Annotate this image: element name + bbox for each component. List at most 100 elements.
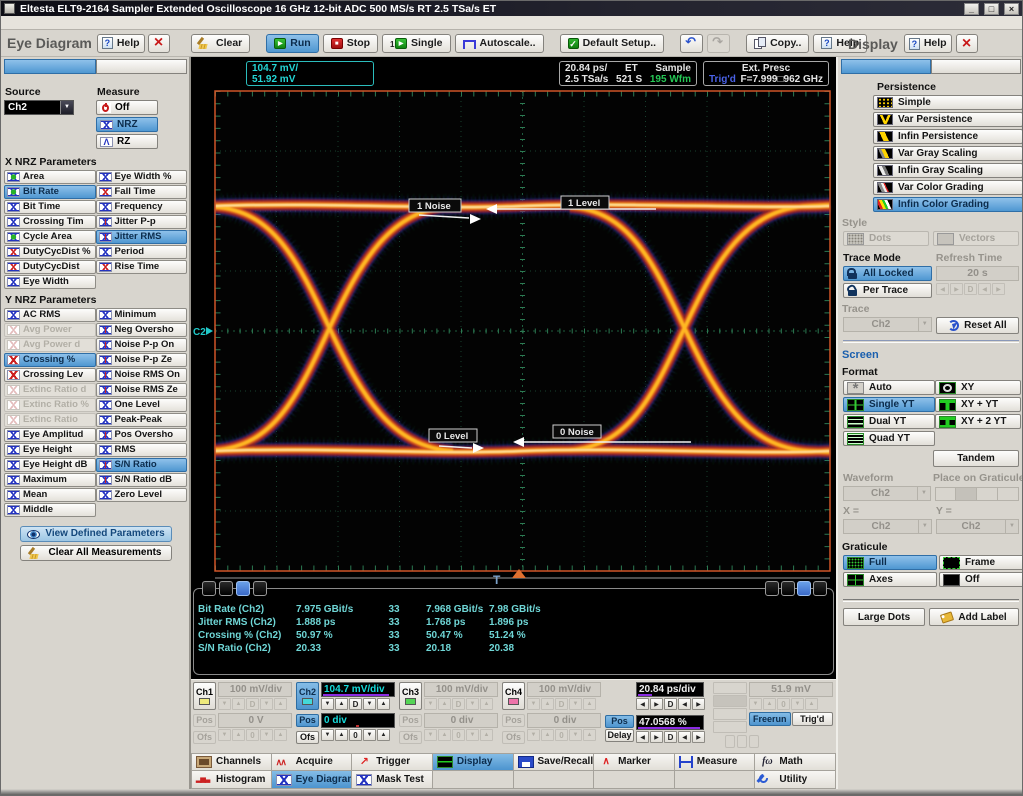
parameter-button[interactable]: RMS xyxy=(96,443,188,457)
setup-tab[interactable] xyxy=(433,771,514,789)
offset-button[interactable]: Ofs xyxy=(296,731,319,744)
parameter-button[interactable]: Bit Rate xyxy=(4,185,96,199)
range-tab[interactable] xyxy=(813,581,827,596)
display-help-button[interactable]: Help xyxy=(904,34,952,53)
menu-item[interactable] xyxy=(29,16,43,29)
parameter-button[interactable]: Eye Height dB xyxy=(4,458,96,472)
parameter-button[interactable]: Frequency xyxy=(96,200,188,214)
parameter-button[interactable]: Avg Power d xyxy=(4,338,96,352)
view-defined-parameters-button[interactable]: View Defined Parameters xyxy=(20,526,172,542)
stop-button[interactable]: Stop xyxy=(323,34,378,53)
setup-tab[interactable]: Channels xyxy=(191,753,272,771)
maximize-button[interactable]: □ xyxy=(984,3,999,15)
delay-spinner[interactable] xyxy=(636,731,705,743)
persistence-button[interactable]: Infin Color Grading xyxy=(873,197,1023,212)
setup-tab[interactable] xyxy=(514,771,595,789)
menu-item[interactable] xyxy=(71,16,85,29)
scale-spinner[interactable] xyxy=(321,698,395,710)
persistence-button[interactable]: Infin Persistence xyxy=(873,129,1023,144)
parameter-button[interactable]: Neg Oversho xyxy=(96,323,188,337)
setup-tab[interactable]: Acquire xyxy=(272,753,353,771)
graticule-button[interactable]: Off xyxy=(939,572,1023,587)
parameter-button[interactable]: Middle xyxy=(4,503,96,517)
parameter-button[interactable]: Noise RMS On xyxy=(96,368,188,382)
autoscale-button[interactable]: Autoscale.. xyxy=(455,34,544,53)
clear-button[interactable]: Clear xyxy=(191,34,250,53)
graticule-button[interactable]: Full xyxy=(843,555,937,570)
parameter-button[interactable]: Fall Time xyxy=(96,185,188,199)
setup-tab[interactable]: Marker xyxy=(594,753,675,771)
delay-button[interactable]: Delay xyxy=(605,729,634,742)
channel-enable-button[interactable]: Ch4 xyxy=(502,682,525,710)
parameter-button[interactable]: Rise Time xyxy=(96,260,188,274)
channel-enable-button[interactable]: Ch3 xyxy=(399,682,422,710)
setup-tab[interactable]: Utility xyxy=(755,771,836,789)
parameter-button[interactable]: Minimum xyxy=(96,308,188,322)
parameter-button[interactable]: Crossing Tim xyxy=(4,215,96,229)
parameter-button[interactable]: Eye Amplitud xyxy=(4,428,96,442)
result-tab[interactable] xyxy=(202,581,216,596)
result-tab[interactable] xyxy=(219,581,233,596)
parameter-button[interactable]: Eye Height xyxy=(4,443,96,457)
display-close-button[interactable] xyxy=(956,34,978,53)
setup-tab[interactable]: Trigger xyxy=(352,753,433,771)
menu-item[interactable] xyxy=(85,16,99,29)
range-tab[interactable] xyxy=(781,581,795,596)
parameter-button[interactable]: Bit Time xyxy=(4,200,96,214)
parameter-button[interactable]: Mean xyxy=(4,488,96,502)
persistence-button[interactable]: Simple xyxy=(873,95,1023,110)
measure-mode-button[interactable]: RZ xyxy=(96,134,158,149)
position-button[interactable]: Pos xyxy=(399,714,422,727)
default-setup-button[interactable]: Default Setup.. xyxy=(560,34,665,53)
position-button[interactable]: Pos xyxy=(193,714,216,727)
format-button[interactable]: Dual YT xyxy=(843,414,935,429)
timebase-spinner[interactable] xyxy=(636,698,705,710)
parameter-button[interactable]: Cycle Area xyxy=(4,230,96,244)
setup-tab[interactable]: Mask Test xyxy=(352,771,433,789)
parameter-button[interactable]: Noise RMS Ze xyxy=(96,383,188,397)
position-button[interactable]: Pos xyxy=(296,714,319,727)
scale-spinner[interactable] xyxy=(527,698,601,710)
channel-enable-button[interactable]: Ch1 xyxy=(193,682,216,710)
parameter-button[interactable]: S/N Ratio dB xyxy=(96,473,188,487)
parameter-button[interactable]: Crossing Lev xyxy=(4,368,96,382)
parameter-button[interactable]: Extinc Ratio d xyxy=(4,383,96,397)
persistence-button[interactable]: Var Gray Scaling xyxy=(873,146,1023,161)
format-button[interactable]: Single YT xyxy=(843,397,935,412)
menu-item[interactable] xyxy=(99,16,113,29)
tab[interactable] xyxy=(841,59,931,74)
single-button[interactable]: Single xyxy=(382,34,451,53)
freerun-button[interactable]: Freerun xyxy=(749,712,791,726)
parameter-button[interactable]: Eye Width xyxy=(4,275,96,289)
position-button[interactable]: Pos xyxy=(502,714,525,727)
parameter-button[interactable]: Eye Width % xyxy=(96,170,188,184)
format-button[interactable]: XY + 2 YT xyxy=(935,414,1021,429)
parameter-button[interactable]: Noise P-p Ze xyxy=(96,353,188,367)
persistence-button[interactable]: Infin Gray Scaling xyxy=(873,163,1023,178)
parameter-button[interactable]: S/N Ratio xyxy=(96,458,188,472)
parameter-button[interactable]: Avg Power xyxy=(4,323,96,337)
run-button[interactable]: Run xyxy=(266,34,318,53)
result-tab[interactable] xyxy=(236,581,250,596)
chevron-down-icon[interactable]: ▼ xyxy=(60,101,73,114)
menu-item[interactable] xyxy=(113,16,127,29)
panel-close-button[interactable] xyxy=(148,34,170,53)
measure-mode-button[interactable]: Off xyxy=(96,100,158,115)
range-tab[interactable] xyxy=(765,581,779,596)
menu-item[interactable] xyxy=(1,16,15,29)
result-tab[interactable] xyxy=(253,581,267,596)
offset-button[interactable]: Ofs xyxy=(502,731,525,744)
add-label-button[interactable]: Add Label xyxy=(929,608,1019,626)
position-spinner[interactable] xyxy=(218,729,292,741)
tab[interactable] xyxy=(96,59,188,74)
setup-tab[interactable]: Eye Diagram xyxy=(272,771,353,789)
parameter-button[interactable]: One Level xyxy=(96,398,188,412)
parameter-button[interactable]: DutyCycDist xyxy=(4,260,96,274)
parameter-button[interactable]: Pos Oversho xyxy=(96,428,188,442)
all-locked-button[interactable]: All Locked xyxy=(843,266,932,281)
persistence-button[interactable]: Var Persistence xyxy=(873,112,1023,127)
parameter-button[interactable]: Jitter P-p xyxy=(96,215,188,229)
parameter-button[interactable]: AC RMS xyxy=(4,308,96,322)
menu-item[interactable] xyxy=(57,16,71,29)
format-button[interactable]: XY xyxy=(935,380,1021,395)
